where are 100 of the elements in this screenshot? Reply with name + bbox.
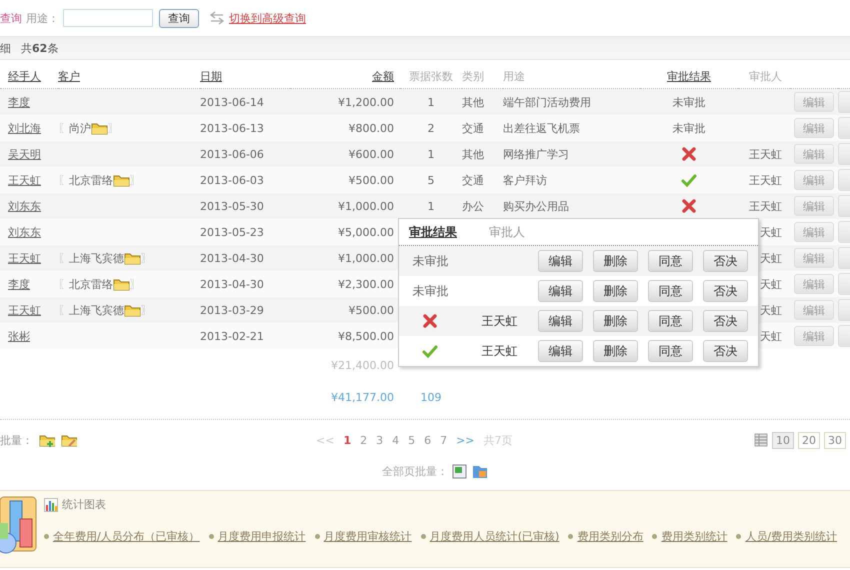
action-button[interactable]: 同意 [648,250,693,272]
date-text: 2013-02-21 [200,330,264,342]
approver-name: 天虹 [760,252,782,264]
page-size-option[interactable]: 10 [772,432,794,448]
page-link[interactable]: 6 [424,434,432,446]
handler-link[interactable]: 李度 [8,96,30,108]
mode-label: 查询 [0,10,22,26]
action-button[interactable]: 否决 [702,280,748,302]
amount-text: ¥1,000.00 [338,200,394,212]
bracket: 〗 [130,276,141,292]
amount-text: ¥2,300.00 [338,278,394,290]
action-button[interactable]: 删除 [592,250,638,272]
next-link[interactable]: >> [456,434,475,446]
category-text: 交通 [462,122,484,134]
tab[interactable]: 审批人 [489,224,525,240]
page-link[interactable]: 7 [440,434,448,446]
count-text: 1 [428,200,434,212]
action-button[interactable]: 编辑 [538,280,583,302]
amount-text: ¥600.00 [348,148,394,160]
chart-icon [44,498,58,512]
amount-text: ¥800.00 [348,122,394,134]
total-amount: ¥41,177.00 [331,390,394,404]
action-button[interactable]: 否决 [702,250,748,272]
amount-text: ¥500.00 [348,174,394,186]
purpose-text: 网络推广学习 [503,148,569,160]
handler-link[interactable]: 李度 [8,278,30,290]
page-link[interactable]: 4 [392,434,400,446]
date-text: 2013-04-30 [200,278,264,290]
bullet-icon [736,534,742,539]
client-name: 尚沪 [69,120,91,136]
spreadsheet-icon [452,463,468,479]
approver-name: 天虹 [760,278,782,290]
approver-name: 王天虹 [749,200,782,212]
report-link[interactable]: 费用类别统计 [661,529,728,544]
column-header-link[interactable]: 经手人 [8,70,41,82]
action-button[interactable]: 同意 [648,340,693,362]
action-button[interactable]: 否决 [702,340,748,362]
page-link[interactable]: 2 [360,434,368,446]
stats-title: 统计图表 [62,497,106,512]
count-text: 2 [428,122,434,134]
purpose-text: 出差往返飞机票 [503,122,580,134]
report-link[interactable]: 人员/费用类别统计 [745,529,838,544]
folder-icon [124,303,141,317]
page-link[interactable]: 3 [376,434,384,446]
bullet-icon [652,534,658,539]
bracket: 〖 [58,172,69,188]
category-text: 其他 [462,148,484,160]
report-link[interactable]: 月度费用审核统计 [324,529,412,544]
bullet-icon [314,534,320,539]
report-link[interactable]: 费用类别分布 [577,529,644,544]
page-link[interactable]: 1 [343,434,352,446]
action-button[interactable]: 编辑 [538,340,583,362]
date-text: 2013-04-30 [200,252,264,264]
batch-label: 全部页批量： [382,464,448,478]
column-header-link[interactable]: 金额 [372,70,394,82]
bracket: 〗 [130,172,141,188]
search-field[interactable] [63,9,153,27]
report-link[interactable]: 月度费用申报统计 [218,529,306,544]
status-text: 未审批 [412,252,448,270]
search-button[interactable]: 查询 [159,8,199,28]
action-button[interactable]: 删除 [592,340,638,362]
bracket: 〖 [58,250,69,266]
bullet-icon [420,534,426,539]
client-name: 上海飞宾德 [69,302,124,318]
column-header-link[interactable]: 客户 [58,70,80,82]
report-link[interactable]: 全年费用/人员分布（已审核） [53,529,200,544]
action-button[interactable]: 编辑 [538,310,583,332]
folder-icon [91,121,108,135]
date-text: 2013-06-06 [200,148,264,160]
bullet-icon [44,534,49,539]
page-size-option[interactable]: 20 [798,432,820,448]
page-size-option[interactable]: 30 [824,432,846,448]
date-text: 2013-06-14 [200,96,264,108]
tab[interactable]: 审批结果 [409,224,457,240]
column-header: 票据张数 [409,70,453,82]
column-header-link[interactable]: 审批结果 [667,70,711,82]
action-button[interactable]: 编辑 [538,250,583,272]
action-button[interactable]: 删除 [592,310,638,332]
folder-add-icon [39,433,55,447]
action-button[interactable]: 删除 [592,280,638,302]
approver-name: 王天虹 [749,174,782,186]
swap-arrows-icon [209,11,225,25]
report-link[interactable]: 月度费用人员统计(已审核) [430,529,560,544]
handler-link[interactable]: 张彬 [8,330,30,342]
approver-name: 天虹 [760,304,782,316]
action-button[interactable]: 同意 [648,280,693,302]
column-header-link[interactable]: 日期 [200,70,222,82]
action-button[interactable]: 否决 [702,310,748,332]
column-header: 用途 [503,70,525,82]
total-amount: ¥21,400.00 [331,358,394,372]
date-text: 2013-05-23 [200,226,264,238]
date-text: 2013-06-13 [200,122,264,134]
count-text: 1 [428,96,434,108]
purpose-text: 端午部门活动费用 [503,96,591,108]
amount-text: ¥1,000.00 [338,252,394,264]
category-text: 其他 [462,96,484,108]
page-link[interactable]: 5 [408,434,416,446]
advanced-search-link[interactable]: 切换到高级查询 [229,10,306,26]
action-button[interactable]: 同意 [648,310,693,332]
bracket: 〖 [58,276,69,292]
